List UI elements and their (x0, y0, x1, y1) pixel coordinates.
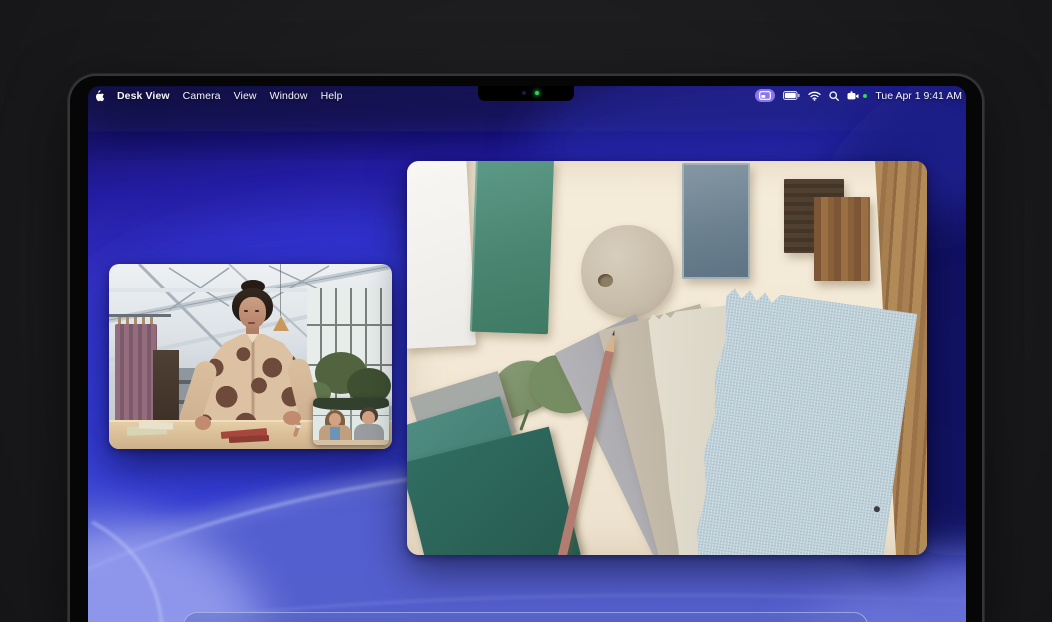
marketing-canvas: Desk View Camera View Window Help Tue Ap… (0, 0, 1052, 622)
camera-active-dot (863, 94, 867, 98)
continuity-camera-icon[interactable] (847, 91, 859, 101)
presenter-mouth (248, 322, 255, 324)
display-notch (478, 86, 574, 101)
caller-woman-blue-top (330, 427, 340, 441)
presenter-eye-left (244, 310, 248, 312)
menu-item-view[interactable]: View (234, 90, 257, 102)
desk-view-window[interactable] (407, 161, 927, 555)
menu-bar-clock[interactable]: Tue Apr 1 9:41 AM (875, 90, 962, 102)
menu-item-window[interactable]: Window (270, 90, 308, 102)
green-ceramic-tile (470, 161, 554, 334)
lamp-cord (280, 264, 281, 316)
pip-plants (313, 398, 389, 410)
brown-wood-sample (814, 197, 870, 281)
bottom-controls-panel[interactable] (183, 612, 868, 622)
felt-disc-hole (598, 274, 613, 287)
felt-disc (581, 225, 674, 318)
battery-icon[interactable] (783, 91, 800, 100)
silver-ring (296, 425, 301, 428)
app-menus: Desk View Camera View Window Help (93, 89, 343, 102)
caller-man-face (362, 411, 375, 425)
status-items: Tue Apr 1 9:41 AM (755, 89, 962, 102)
apple-icon[interactable] (93, 89, 104, 102)
facetime-camera-lens (522, 91, 526, 95)
wifi-icon[interactable] (808, 91, 821, 101)
desk-papers-light (139, 421, 173, 429)
pip-desk-edge (313, 440, 389, 445)
presenter-left-hand (195, 416, 211, 430)
blue-gray-glazed-tile (682, 163, 750, 279)
wood-hangers (118, 317, 156, 324)
menu-item-camera[interactable]: Camera (183, 90, 221, 102)
pip-remote-callers (313, 398, 389, 445)
screen-mirroring-icon[interactable] (755, 89, 775, 102)
caller-man-shirt (354, 424, 384, 441)
menu-item-help[interactable]: Help (321, 90, 343, 102)
presenter-eye-right (255, 310, 259, 312)
search-icon[interactable] (829, 91, 839, 101)
facetime-call-window[interactable] (109, 264, 392, 449)
macbook-screen: Desk View Camera View Window Help Tue Ap… (88, 86, 966, 622)
menu-item-desk-view[interactable]: Desk View (117, 90, 170, 102)
camera-indicator-light (535, 91, 539, 95)
white-sample-tile (407, 161, 476, 349)
swatch-snap-top (874, 506, 881, 513)
